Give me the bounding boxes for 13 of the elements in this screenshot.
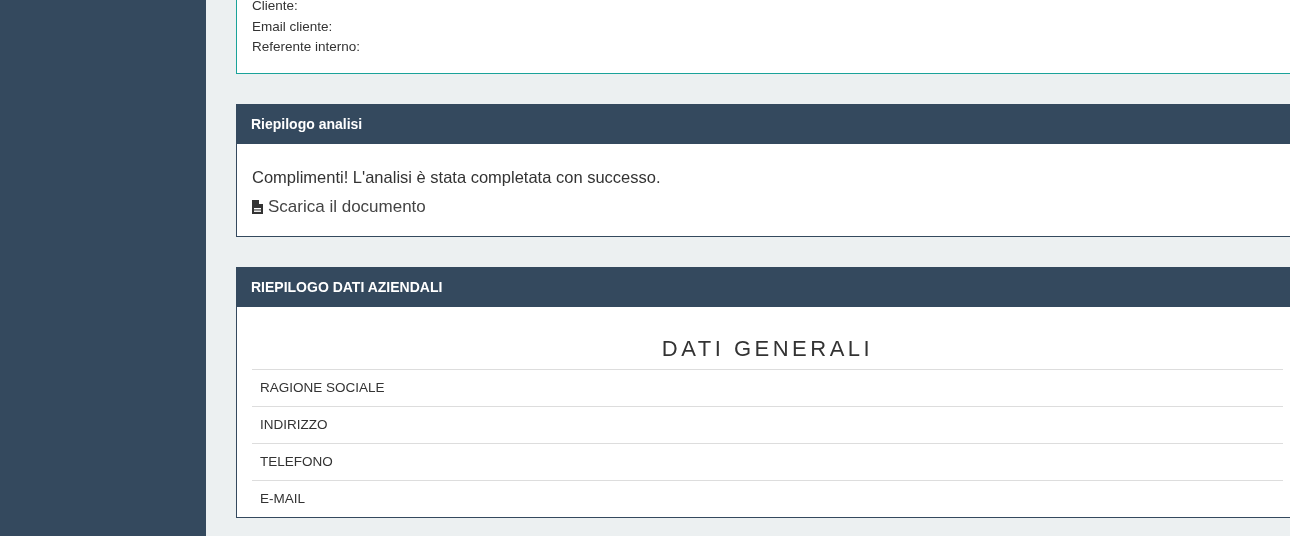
field-label: Referente interno:: [252, 38, 362, 56]
document-icon: [252, 200, 263, 214]
field-label: Cliente:: [252, 0, 299, 15]
table-cell: INDIRIZZO: [252, 406, 1283, 443]
section-title: DATI GENERALI: [660, 337, 875, 361]
panel-header: RIEPILOGO DATI AZIENDALI: [236, 267, 1290, 307]
table-cell: E-MAIL: [252, 480, 1283, 517]
field-label: Email cliente:: [252, 17, 334, 36]
download-link[interactable]: Scarica il documento: [252, 197, 426, 217]
table-cell: TELEFONO: [252, 443, 1283, 480]
table-cell: RAGIONE SOCIALE: [252, 369, 1283, 406]
panel-header: Riepilogo analisi: [236, 104, 1290, 144]
success-message: Complimenti! L'analisi è stata completata con successo.: [252, 167, 662, 187]
